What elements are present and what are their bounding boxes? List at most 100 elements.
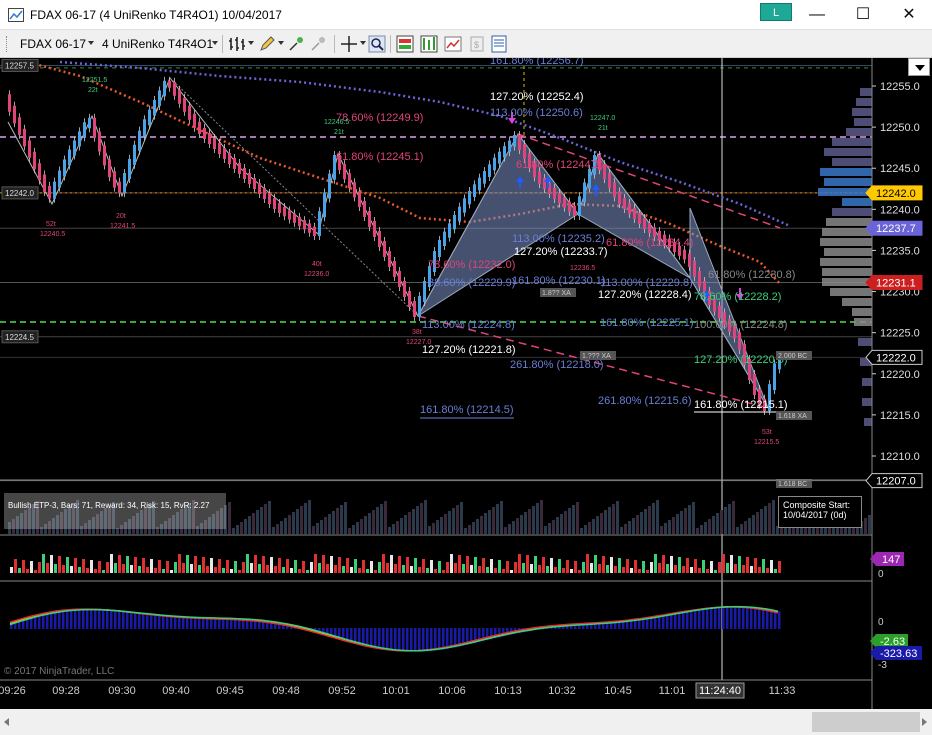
oscillator-bar [670, 614, 673, 629]
chart-panel[interactable]: 161.80% (12256.7) 127.20% (12252.4) 113.00… [0, 58, 932, 709]
link-button[interactable]: L [760, 3, 792, 21]
period-dropdown-icon[interactable] [212, 41, 218, 45]
scrollbar-thumb[interactable] [812, 712, 920, 732]
volume-shadow-bar [388, 527, 391, 534]
strategy-icon[interactable] [310, 35, 328, 53]
volume-bar [106, 562, 109, 573]
candle-body [8, 94, 11, 112]
volume-shadow-bar [700, 525, 703, 534]
profile-bar [820, 258, 872, 266]
period-selector[interactable]: 4 UniRenko T4R4O1 [102, 37, 213, 51]
oscillator-bar [638, 620, 641, 629]
volume-bar [610, 557, 613, 573]
volume-bar [158, 560, 161, 573]
fib-label: 161.80% (12215.1) [694, 399, 788, 411]
scroll-left-icon[interactable] [4, 718, 9, 726]
drawing-dropdown-icon[interactable] [278, 41, 284, 45]
volume-shadow-bar [264, 504, 267, 534]
crosshair-dropdown-icon[interactable] [360, 41, 366, 45]
profile-bar [824, 178, 872, 186]
candle-body [238, 163, 241, 174]
candle-body [108, 159, 111, 178]
volume-shadow-bar [232, 528, 235, 534]
volume-bar [766, 568, 769, 573]
volume-bar [486, 567, 489, 573]
oscillator-bar [690, 611, 693, 629]
profile-bar [832, 158, 872, 166]
volume-shadow-bar [284, 518, 287, 534]
volume-bar [586, 554, 589, 573]
oscillator-bar [130, 611, 133, 629]
volume-shadow-bar [656, 500, 659, 534]
crosshair-icon[interactable] [340, 35, 358, 53]
zoom-icon[interactable] [368, 35, 386, 53]
volume-bar [290, 568, 293, 573]
volume-bar [454, 563, 457, 573]
volume-shadow-bar [696, 528, 699, 534]
profile-bar [832, 208, 872, 216]
volume-bar [342, 566, 345, 573]
volume-bar [150, 559, 153, 573]
volume-bar [550, 558, 553, 573]
volume-shadow-bar [488, 510, 491, 534]
chart-dropdown-button[interactable] [908, 58, 930, 76]
candle-body [218, 143, 221, 154]
bar-type-dropdown-icon[interactable] [248, 41, 254, 45]
volume-bar [386, 563, 389, 573]
chart-trader-icon[interactable] [420, 35, 438, 53]
horizontal-scrollbar[interactable] [0, 709, 932, 735]
volume-shadow-bar [452, 508, 455, 534]
volume-bar [426, 568, 429, 573]
candle-body [193, 113, 196, 128]
scroll-right-icon[interactable] [922, 718, 927, 726]
minimize-button[interactable]: — [794, 0, 840, 30]
oscillator-bar [50, 613, 53, 629]
oscillator-bar [418, 628, 421, 652]
volume-shadow-bar [600, 513, 603, 534]
volume-bar [70, 566, 73, 573]
toolbar-grip[interactable] [6, 36, 10, 52]
chart-canvas[interactable]: 161.80% (12256.7) 127.20% (12252.4) 113.00… [0, 58, 932, 709]
volume-shadow-bar [360, 519, 363, 534]
oscillator-bar [694, 610, 697, 629]
bar-type-icon[interactable] [228, 35, 246, 53]
properties-icon[interactable] [490, 35, 508, 53]
add-indicator-icon[interactable] [288, 35, 306, 53]
candle-body [773, 363, 776, 391]
volume-shadow-bar [864, 518, 867, 534]
time-tick-label: 11:33 [769, 685, 796, 697]
templates-icon[interactable] [444, 35, 462, 53]
volume-shadow-bar [316, 523, 319, 534]
volume-bar [642, 561, 645, 573]
copyright: © 2017 NinjaTrader, LLC [4, 666, 115, 677]
volume-bar [246, 554, 249, 573]
instrument-dropdown-icon[interactable] [88, 41, 94, 45]
volume-shadow-bar [344, 502, 347, 534]
snapshot-icon[interactable]: $ [468, 35, 486, 53]
time-tick-label: 10:13 [494, 685, 522, 697]
volume-bar [354, 559, 357, 573]
volume-shadow-bar [532, 506, 535, 534]
volume-shadow-bar [248, 516, 251, 534]
candle-body [453, 215, 456, 230]
volume-shadow-bar [328, 514, 331, 534]
candle-body [438, 240, 441, 257]
volume-bar [698, 568, 701, 573]
volume-bar [94, 569, 97, 573]
volume-bar [414, 558, 417, 573]
fib-label: 113.00% (12229.8) [600, 277, 693, 289]
volume-shadow-bar [568, 508, 571, 534]
maximize-button[interactable]: ☐ [840, 0, 886, 30]
volume-bar [262, 556, 265, 573]
data-box-icon[interactable] [396, 35, 414, 53]
oscillator-bar [194, 617, 197, 629]
volume-bar [214, 567, 217, 573]
candle-body [683, 249, 686, 260]
instrument-selector[interactable]: FDAX 06-17 [20, 37, 86, 51]
close-button[interactable]: ✕ [886, 0, 932, 30]
volume-shadow-bar [420, 503, 423, 534]
drawing-pencil-icon[interactable] [258, 35, 276, 53]
volume-bar [46, 563, 49, 573]
volume-shadow-bar [476, 519, 479, 534]
candle-body [443, 231, 446, 246]
